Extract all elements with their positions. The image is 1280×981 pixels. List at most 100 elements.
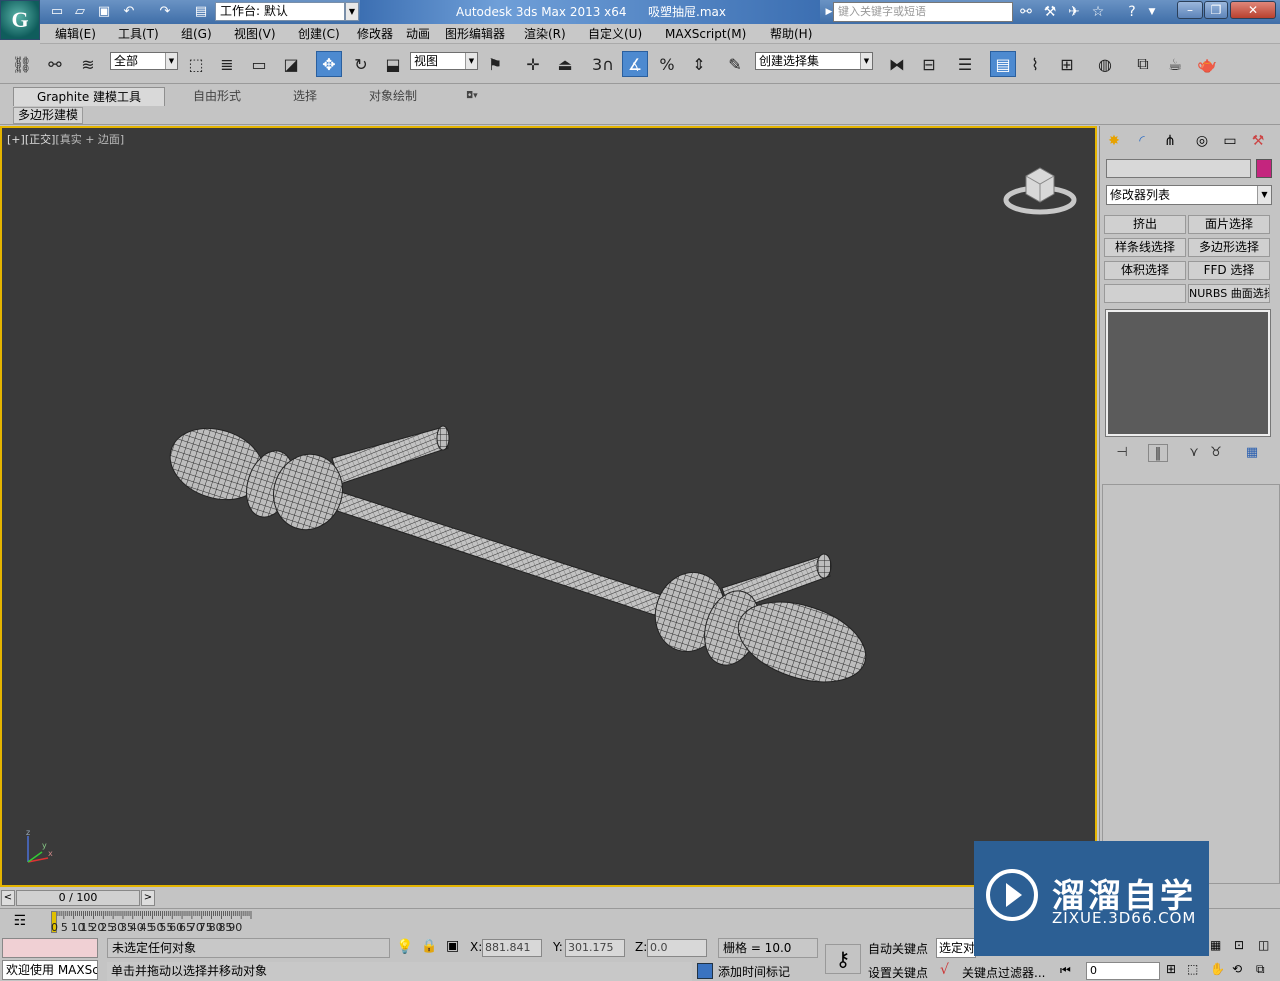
configure-sets-icon[interactable]: ▦ <box>1242 444 1262 462</box>
angle-snap-icon[interactable]: ∡ <box>622 51 648 77</box>
zoom-all-icon[interactable]: ▦ <box>1210 938 1221 952</box>
object-name-field[interactable] <box>1106 159 1251 178</box>
absolute-transform-icon[interactable]: ▣ <box>446 938 459 954</box>
menu-group[interactable]: 组(G) <box>181 26 212 42</box>
bind-space-warp-icon[interactable]: ≋ <box>75 51 101 77</box>
key-selection-set-dropdown[interactable]: 选定对 <box>936 938 976 958</box>
reference-coord-dropdown[interactable]: 视图 ▼ <box>410 52 478 70</box>
show-end-result-icon[interactable]: ‖ <box>1148 444 1168 462</box>
select-by-name-icon[interactable]: ≣ <box>214 51 240 77</box>
favorites-star-icon[interactable]: ☆ <box>1088 3 1108 21</box>
project-folder-icon[interactable]: ▤ <box>192 3 210 21</box>
make-unique-icon[interactable]: ⋎ <box>1184 444 1204 462</box>
prev-frame-icon[interactable]: < <box>1 890 15 906</box>
perspective-viewport[interactable]: [+][正交][真实 + 边面] z x y <box>0 126 1097 887</box>
viewcube-icon[interactable] <box>1002 158 1082 218</box>
menu-create[interactable]: 创建(C) <box>298 26 340 42</box>
zoom-extents-icon[interactable]: ⊞ <box>1166 962 1176 976</box>
menu-graph-editors[interactable]: 图形编辑器 <box>445 26 505 42</box>
layer-manager-icon[interactable]: ☰ <box>952 51 978 77</box>
create-tab-icon[interactable]: ✸ <box>1102 130 1126 152</box>
field-of-view-icon[interactable]: ◫ <box>1258 938 1269 952</box>
modifier-stack[interactable] <box>1105 309 1271 437</box>
edit-named-selection-icon[interactable]: ✎ <box>722 51 748 77</box>
zoom-region-icon[interactable]: ⬚ <box>1187 962 1198 976</box>
time-slider-thumb[interactable]: 0 / 100 <box>16 890 140 906</box>
align-icon[interactable]: ⊟ <box>916 51 942 77</box>
select-and-scale-icon[interactable]: ⬓ <box>380 51 406 77</box>
search-input[interactable]: 键入关键字或短语 <box>833 2 1013 22</box>
curve-editor-icon[interactable]: ⌇ <box>1022 51 1048 77</box>
keyboard-shortcut-override-icon[interactable]: ⏏ <box>552 51 578 77</box>
menu-help[interactable]: 帮助(H) <box>770 26 812 42</box>
app-logo-icon[interactable]: G <box>0 0 40 40</box>
selection-filter-dropdown[interactable]: 全部 ▼ <box>110 52 178 70</box>
material-editor-icon[interactable]: ◍ <box>1092 51 1118 77</box>
object-color-swatch[interactable] <box>1256 159 1272 178</box>
graphite-toggle-icon[interactable]: ▤ <box>990 51 1016 77</box>
go-to-start-icon[interactable]: ⏮ <box>1060 963 1071 978</box>
motion-tab-icon[interactable]: ◎ <box>1190 130 1214 152</box>
rect-selection-icon[interactable]: ▭ <box>246 51 272 77</box>
close-button[interactable]: ✕ <box>1230 1 1276 19</box>
selection-lock-icon[interactable]: 🔒 <box>421 939 437 954</box>
menu-edit[interactable]: 编辑(E) <box>55 26 96 42</box>
restore-button[interactable]: ❐ <box>1204 1 1228 19</box>
pivot-center-icon[interactable]: ⚑ <box>482 51 508 77</box>
key-icon[interactable]: ⚷ <box>825 944 861 974</box>
poly-select-button[interactable]: 多边形选择 <box>1188 238 1270 257</box>
subscription-icon[interactable]: ⚒ <box>1040 3 1060 21</box>
utilities-tab-icon[interactable]: ⚒ <box>1246 130 1270 152</box>
workspace-dropdown[interactable]: 工作台: 默认 <box>215 2 345 21</box>
help-icon[interactable]: ? <box>1122 3 1142 21</box>
tab-freeform[interactable]: 自由形式 <box>189 87 245 106</box>
modifier-list-dropdown[interactable]: 修改器列表 ▼ <box>1106 185 1272 205</box>
display-tab-icon[interactable]: ▭ <box>1218 130 1242 152</box>
select-and-rotate-icon[interactable]: ↻ <box>348 51 374 77</box>
schematic-view-icon[interactable]: ⊞ <box>1054 51 1080 77</box>
menu-views[interactable]: 视图(V) <box>234 26 276 42</box>
volume-select-button[interactable]: 体积选择 <box>1104 261 1186 280</box>
manipulate-icon[interactable]: ✛ <box>520 51 546 77</box>
patch-select-button[interactable]: 面片选择 <box>1188 215 1270 234</box>
tab-graphite-modeling[interactable]: Graphite 建模工具 <box>13 87 165 106</box>
polygon-modeling-panel[interactable]: 多边形建模 <box>13 107 84 124</box>
nurbs-surface-select-button[interactable]: NURBS 曲面选择 <box>1188 284 1270 303</box>
auto-key-button[interactable]: 自动关键点 <box>868 940 928 957</box>
open-file-icon[interactable]: ▱ <box>71 3 89 21</box>
x-coord-field[interactable]: 881.841 <box>482 939 542 957</box>
maxscript-listener-mini[interactable] <box>2 938 98 958</box>
ffd-select-button[interactable]: FFD 选择 <box>1188 261 1270 280</box>
mini-curve-editor-icon[interactable]: ☶ <box>8 913 32 933</box>
menu-animation[interactable]: 动画 <box>406 26 430 42</box>
maxscript-welcome[interactable]: 欢迎使用 MAXSc <box>2 960 98 980</box>
save-file-icon[interactable]: ▣ <box>95 3 113 21</box>
rendered-frame-window-icon[interactable]: ☕ <box>1162 51 1188 77</box>
tab-selection[interactable]: 选择 <box>289 87 321 106</box>
new-file-icon[interactable]: ▭ <box>48 3 66 21</box>
chevron-down-icon[interactable]: ▼ <box>1142 3 1162 21</box>
remove-modifier-icon[interactable]: ♉ <box>1206 444 1226 462</box>
window-crossing-icon[interactable]: ◪ <box>278 51 304 77</box>
y-coord-field[interactable]: 301.175 <box>565 939 625 957</box>
pan-hand-icon[interactable]: ✋ <box>1210 962 1225 976</box>
snaps-toggle-icon[interactable]: 3 ∩ <box>590 51 616 77</box>
spinner-snap-icon[interactable]: ⇕ <box>686 51 712 77</box>
pin-stack-icon[interactable]: ⊣ <box>1112 444 1132 462</box>
maximize-viewport-icon[interactable]: ⧉ <box>1256 962 1265 977</box>
menu-maxscript[interactable]: MAXScript(M) <box>665 26 746 42</box>
render-production-icon[interactable]: 🫖 <box>1194 51 1220 77</box>
zoom-extents-all-icon[interactable]: ⊡ <box>1234 938 1244 952</box>
unlink-icon[interactable]: ⚯ <box>42 51 68 77</box>
undo-icon[interactable]: ↶ <box>120 3 138 21</box>
percent-snap-icon[interactable]: % <box>654 51 680 77</box>
modify-tab-icon[interactable]: ◜ <box>1130 130 1154 152</box>
mirror-icon[interactable]: ⧓ <box>884 51 910 77</box>
empty-modifier-button[interactable] <box>1104 284 1186 303</box>
menu-tools[interactable]: 工具(T) <box>118 26 159 42</box>
time-tag-icon[interactable] <box>697 963 713 979</box>
menu-modifiers[interactable]: 修改器 <box>357 26 393 42</box>
spline-select-button[interactable]: 样条线选择 <box>1104 238 1186 257</box>
minimize-button[interactable]: – <box>1177 1 1203 19</box>
set-key-button[interactable]: 设置关键点 <box>868 964 928 981</box>
